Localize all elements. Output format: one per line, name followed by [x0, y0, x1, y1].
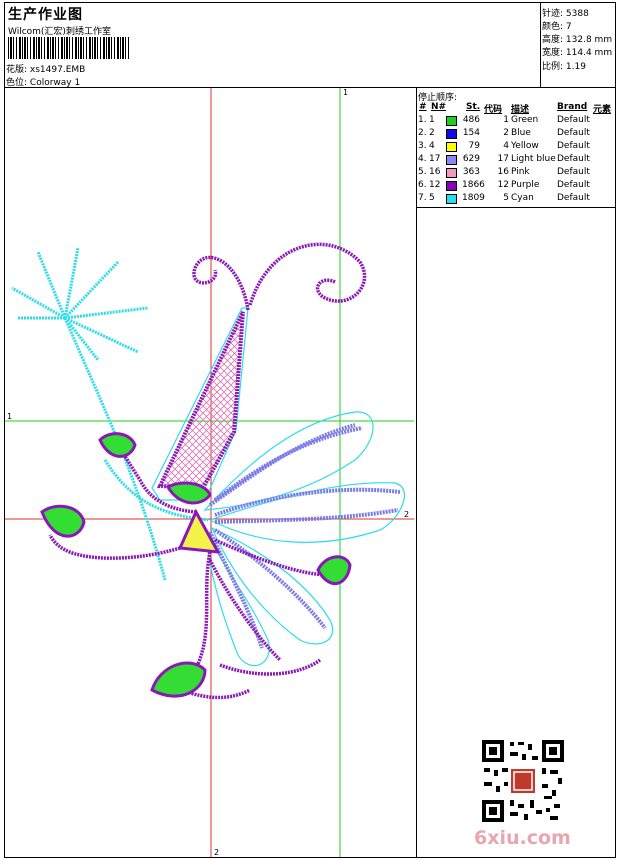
color-swatch: [446, 168, 457, 178]
col-header-num: #: [419, 102, 427, 112]
row-description: Pink: [511, 167, 530, 177]
row-description: Cyan: [511, 193, 534, 203]
row-stitches: 486: [462, 115, 480, 125]
row-needle: 16: [429, 167, 441, 177]
color-swatch: [446, 129, 457, 139]
table-row: 1. 1 486 1 Green Default: [416, 115, 616, 128]
row-description: Green: [511, 115, 539, 125]
colorway-value: Colorway 1: [29, 78, 81, 88]
guide-label-top: 1: [343, 88, 349, 97]
row-needle: 1: [429, 115, 435, 125]
color-swatch: [446, 181, 457, 191]
colorway-label: 色位:: [6, 78, 28, 88]
row-code: 2: [503, 128, 509, 138]
row-description: Yellow: [511, 141, 539, 151]
row-brand: Default: [557, 115, 590, 125]
row-stitches: 1866: [462, 180, 485, 190]
row-number: 2.: [418, 128, 427, 138]
colorway: 色位: Colorway 1: [6, 75, 80, 88]
row-code: 17: [497, 154, 509, 164]
row-stitches: 79: [468, 141, 480, 151]
table-row: 3. 4 79 4 Yellow Default: [416, 141, 616, 154]
color-swatch: [446, 194, 457, 204]
barcode: [8, 37, 130, 59]
col-header-elem: 元素: [593, 105, 612, 115]
cyan-spokes: [11, 247, 209, 581]
row-number: 5.: [418, 167, 427, 177]
row-brand: Default: [557, 193, 590, 203]
row-brand: Default: [557, 167, 590, 177]
row-number: 4.: [418, 154, 427, 164]
row-stitches: 363: [462, 167, 480, 177]
row-description: Blue: [511, 128, 531, 138]
row-needle: 5: [429, 193, 435, 203]
row-needle: 2: [429, 128, 435, 138]
row-needle: 12: [429, 180, 441, 190]
row-stitches: 1809: [462, 193, 485, 203]
row-number: 1.: [418, 115, 427, 125]
watermark-text: 6xiu.com: [474, 827, 571, 849]
table-row: 7. 5 1809 5 Cyan Default: [416, 193, 616, 206]
pink-cone: [156, 311, 245, 491]
row-number: 6.: [418, 180, 427, 190]
guide-label-bottom: 2: [214, 848, 220, 857]
guide-label-left: 1: [7, 412, 13, 421]
row-code: 16: [497, 167, 509, 177]
design-label: 花版:: [6, 65, 28, 75]
design-value: xs1497.EMB: [29, 65, 86, 75]
col-header-code: 代码: [484, 105, 503, 115]
row-needle: 4: [429, 141, 435, 151]
stat-stitches: 针迹: 5388: [542, 9, 589, 19]
row-brand: Default: [557, 180, 590, 190]
row-number: 3.: [418, 141, 427, 151]
color-swatch: [446, 116, 457, 126]
color-swatch: [446, 142, 457, 152]
col-header-desc: 描述: [511, 105, 530, 115]
stats-divider: [540, 2, 541, 87]
qr-code-icon: [480, 738, 566, 824]
table-divider: [416, 207, 616, 208]
row-code: 1: [503, 115, 509, 125]
row-code: 4: [503, 141, 509, 151]
table-row: 2. 2 154 2 Blue Default: [416, 128, 616, 141]
table-row: 6. 12 1866 12 Purple Default: [416, 180, 616, 193]
row-description: Purple: [511, 180, 540, 190]
stat-scale: 比例: 1.19: [542, 62, 586, 72]
row-description: Light blue: [511, 154, 556, 164]
stat-height: 高度: 132.8 mm: [542, 35, 613, 45]
color-swatch: [446, 155, 457, 165]
col-header-st: St.: [466, 102, 481, 112]
company-name: Wilcom(汇宏)刺绣工作室: [8, 27, 111, 37]
row-brand: Default: [557, 141, 590, 151]
row-number: 7.: [418, 193, 427, 203]
design-name: 花版: xs1497.EMB: [6, 62, 85, 75]
guide-label-right: 2: [404, 510, 410, 519]
row-stitches: 629: [462, 154, 480, 164]
row-brand: Default: [557, 128, 590, 138]
sheet-title: 生产作业图: [8, 7, 83, 23]
row-brand: Default: [557, 154, 590, 164]
stat-width: 宽度: 114.4 mm: [542, 48, 613, 58]
table-row: 5. 16 363 16 Pink Default: [416, 167, 616, 180]
table-row: 4. 17 629 17 Light blue Default: [416, 154, 616, 167]
row-code: 5: [503, 193, 509, 203]
col-header-brand: Brand: [557, 102, 588, 112]
row-needle: 17: [429, 154, 441, 164]
stat-colors: 颜色: 7: [542, 22, 572, 32]
embroidery-preview: [5, 88, 414, 857]
light-blue-petals: [208, 423, 401, 649]
row-code: 12: [497, 180, 509, 190]
col-header-n: N#: [431, 102, 447, 112]
row-stitches: 154: [462, 128, 480, 138]
